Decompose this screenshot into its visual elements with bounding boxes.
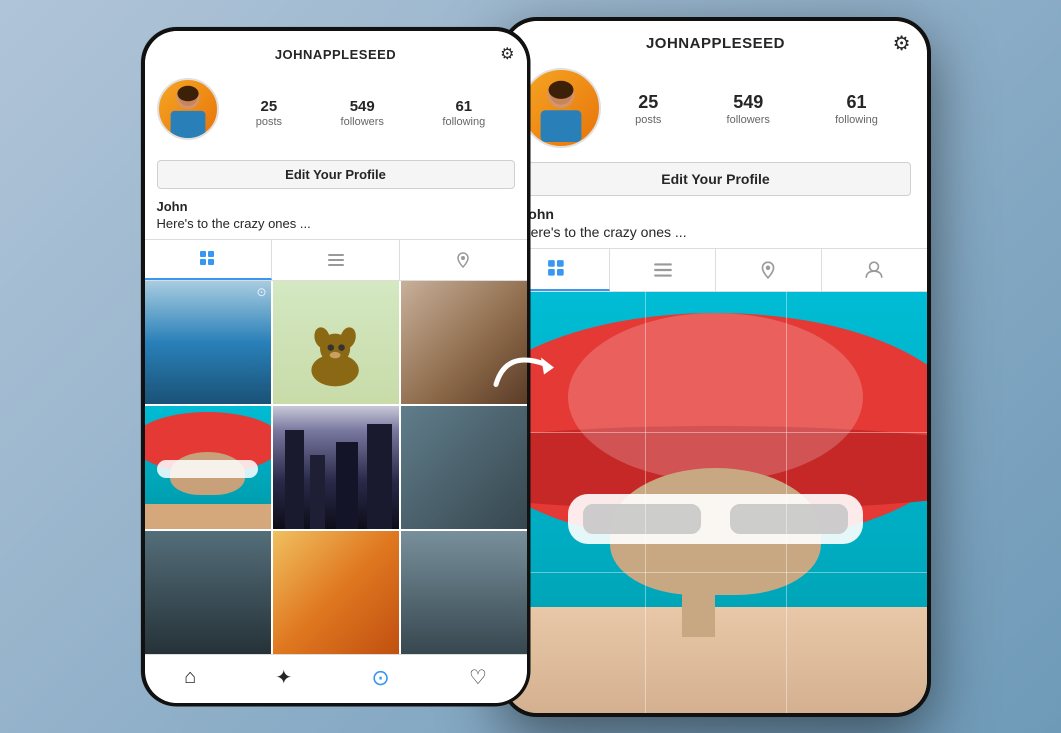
left-stats-numbers: 25 posts 549 followers 61 following — [227, 98, 515, 128]
woman-photo-container — [505, 292, 927, 713]
right-person-icon — [864, 260, 884, 280]
right-posts-number: 25 — [638, 92, 658, 113]
dog-silhouette — [291, 311, 379, 397]
shoulder-area — [505, 607, 927, 712]
right-stat-posts: 25 posts — [635, 92, 661, 126]
grid-cell-8[interactable] — [273, 531, 399, 654]
right-tab-location[interactable] — [716, 249, 822, 291]
left-edit-profile-button[interactable]: Edit Your Profile — [157, 160, 515, 189]
right-phone-screen: JOHNAPPLESEED ⚙ — [505, 21, 927, 713]
left-stats-row: 25 posts 549 followers 61 following — [157, 68, 515, 156]
left-stat-following: 61 following — [442, 98, 485, 128]
left-gear-icon[interactable]: ⚙ — [500, 44, 514, 64]
grid-cell-6[interactable] — [401, 406, 527, 529]
right-stats-numbers: 25 posts 549 followers 61 following — [603, 92, 911, 126]
right-edit-profile-button[interactable]: Edit Your Profile — [521, 162, 911, 196]
left-posts-number: 25 — [261, 98, 278, 115]
main-scene: JOHNAPPLESEED ⚙ — [0, 0, 1061, 733]
right-following-number: 61 — [846, 92, 866, 113]
grid-cell-4[interactable] — [145, 406, 271, 529]
right-big-photo — [505, 292, 927, 713]
right-followers-label: followers — [727, 114, 770, 126]
left-phone-wrapper: JOHNAPPLESEED ⚙ — [121, 27, 531, 707]
right-stat-followers: 549 followers — [727, 92, 770, 126]
camera-icon[interactable]: ⊙ — [371, 665, 389, 691]
location-icon — [454, 251, 472, 269]
right-stats-row: 25 posts 549 followers 61 following — [521, 58, 911, 158]
grid-cell-5[interactable] — [273, 406, 399, 529]
glasses — [568, 494, 863, 545]
left-followers-label: followers — [341, 116, 384, 128]
explore-icon[interactable]: ✦ — [275, 665, 292, 690]
right-username-row: JOHNAPPLESEED ⚙ — [521, 29, 911, 58]
left-avatar-area — [157, 78, 227, 148]
list-icon — [327, 251, 345, 269]
right-phone: JOHNAPPLESEED ⚙ — [501, 17, 931, 717]
left-username: JOHNAPPLESEED — [275, 47, 396, 62]
left-username-row: JOHNAPPLESEED ⚙ — [157, 41, 515, 68]
right-avatar-image — [527, 74, 595, 142]
right-username: JOHNAPPLESEED — [646, 35, 785, 52]
left-tab-list[interactable] — [272, 240, 400, 280]
right-profile-header: JOHNAPPLESEED ⚙ — [505, 21, 927, 248]
right-stat-following: 61 following — [835, 92, 878, 126]
right-gear-icon[interactable]: ⚙ — [893, 31, 911, 56]
right-location-icon — [758, 260, 778, 280]
left-posts-label: posts — [256, 116, 282, 128]
right-avatar-area — [521, 68, 603, 150]
right-posts-label: posts — [635, 114, 661, 126]
right-tab-bar — [505, 248, 927, 292]
left-phone-screen: JOHNAPPLESEED ⚙ — [145, 31, 527, 703]
grid-cell-1[interactable]: ⊙ — [145, 281, 271, 404]
left-avatar-image — [159, 80, 217, 138]
hat-highlight — [568, 313, 863, 481]
grid-cell-7[interactable] — [145, 531, 271, 654]
right-followers-number: 549 — [733, 92, 763, 113]
left-bio-text: Here's to the crazy ones ... — [157, 216, 515, 231]
left-bottom-nav: ⌂ ✦ ⊙ ♡ — [145, 654, 527, 703]
right-bio-section: John Here's to the crazy ones ... — [521, 204, 911, 248]
right-following-label: following — [835, 114, 878, 126]
left-stat-posts: 25 posts — [256, 98, 282, 128]
left-tab-bar — [145, 239, 527, 281]
right-phone-wrapper: JOHNAPPLESEED ⚙ — [501, 17, 941, 717]
left-photo-grid: ⊙ — [145, 281, 527, 654]
grid-cell-3[interactable] — [401, 281, 527, 404]
right-avatar — [521, 68, 601, 148]
left-bio-name: John — [157, 199, 515, 214]
left-avatar — [157, 78, 219, 140]
left-tab-grid[interactable] — [145, 240, 273, 280]
right-bio-text: Here's to the crazy ones ... — [521, 224, 911, 240]
left-following-label: following — [442, 116, 485, 128]
right-grid-icon — [547, 259, 567, 279]
left-followers-number: 549 — [350, 98, 375, 115]
left-stat-followers: 549 followers — [341, 98, 384, 128]
right-tab-list[interactable] — [610, 249, 716, 291]
right-bio-name: John — [521, 206, 911, 222]
left-phone: JOHNAPPLESEED ⚙ — [141, 27, 531, 707]
left-bio-section: John Here's to the crazy ones ... — [157, 197, 515, 239]
right-tab-person[interactable] — [822, 249, 927, 291]
left-tab-location[interactable] — [400, 240, 527, 280]
finger — [682, 553, 716, 637]
grid-cell-9[interactable] — [401, 531, 527, 654]
right-list-icon — [653, 260, 673, 280]
left-following-number: 61 — [455, 98, 472, 115]
camera-overlay-icon: ⊙ — [256, 285, 266, 299]
grid-cell-2[interactable] — [273, 281, 399, 404]
left-profile-header: JOHNAPPLESEED ⚙ — [145, 31, 527, 239]
home-icon[interactable]: ⌂ — [184, 666, 196, 689]
grid-icon — [199, 250, 217, 268]
heart-icon[interactable]: ♡ — [469, 665, 487, 690]
